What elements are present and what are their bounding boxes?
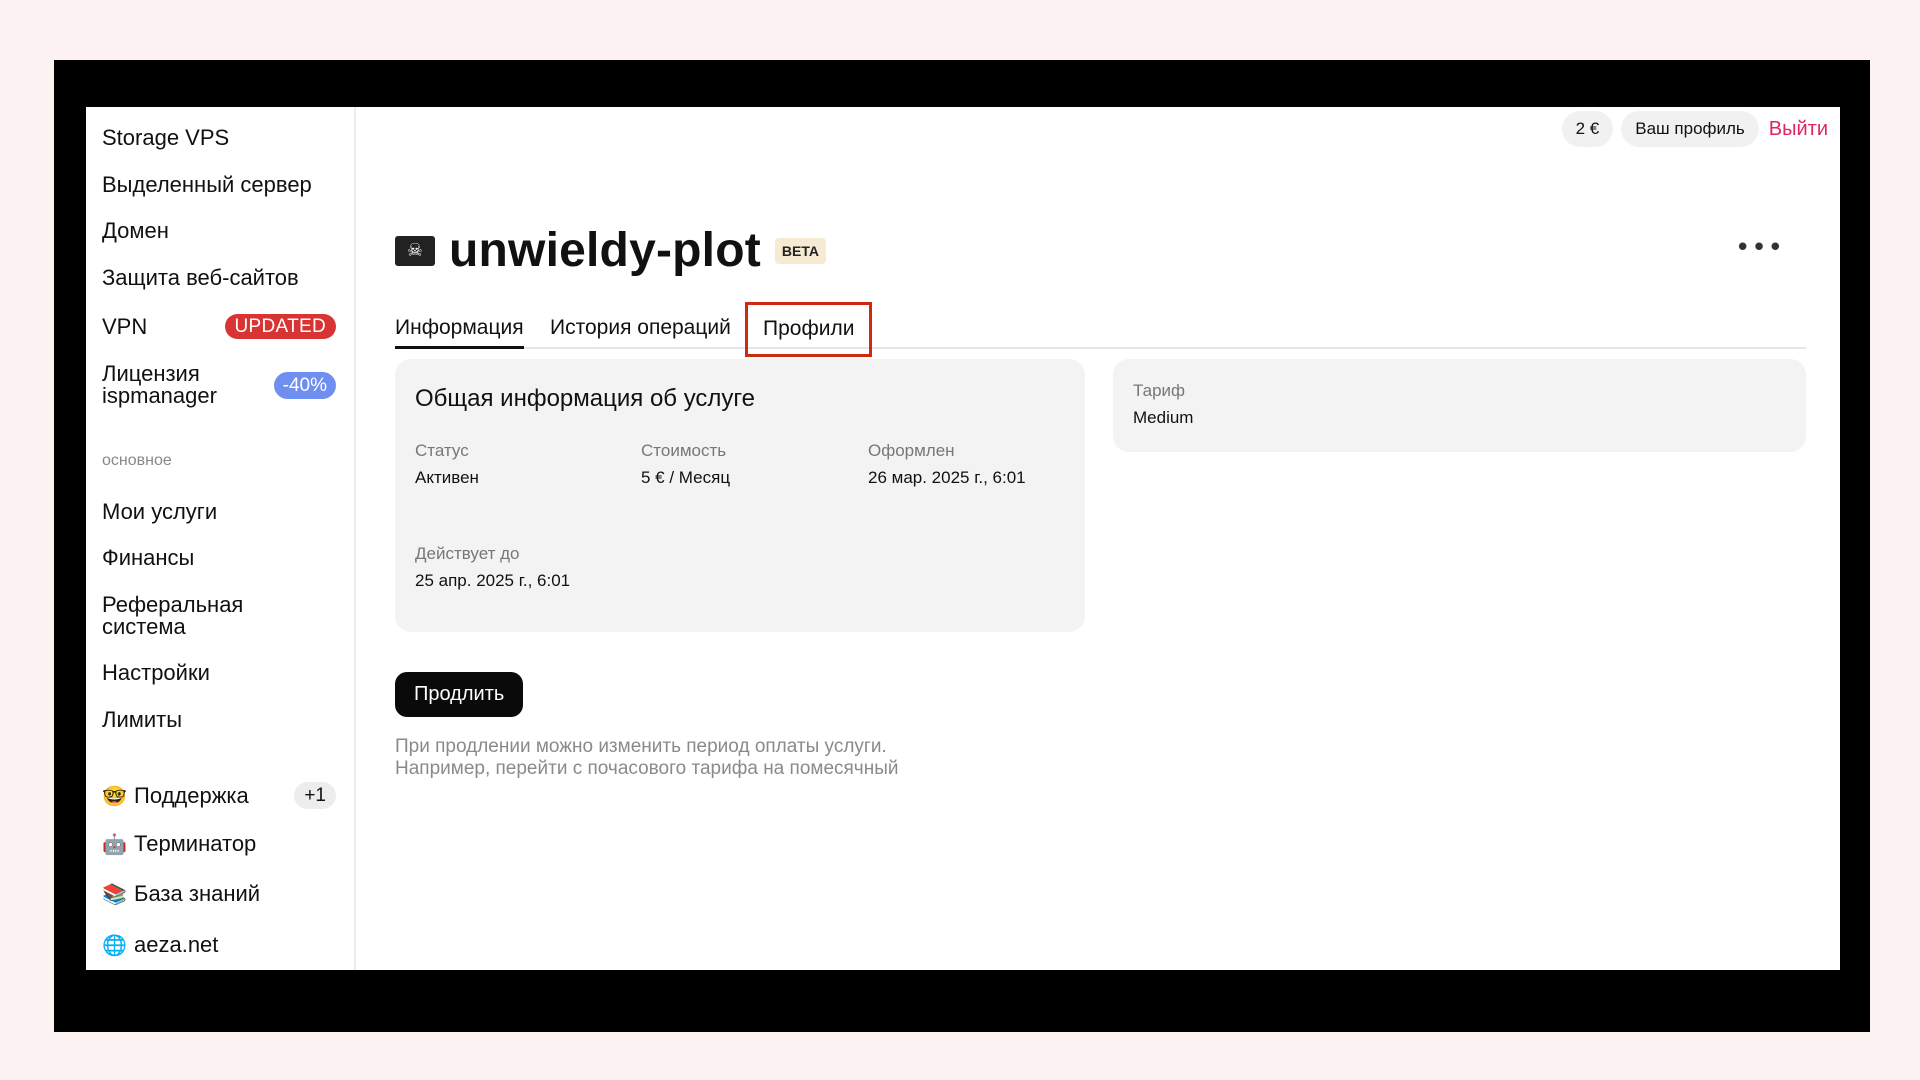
sidebar-item-label: Финансы [102, 545, 195, 570]
sidebar-item-label: Мои услуги [102, 499, 218, 524]
sidebar-item-label: База знаний [134, 881, 261, 906]
sidebar-item-my-services[interactable]: Мои услуги [102, 501, 336, 523]
status-label: Статус [415, 441, 469, 460]
sidebar-item-settings[interactable]: Настройки [102, 662, 336, 684]
top-bar: 2 € Ваш профиль Выйти [1561, 111, 1828, 147]
app-window: Storage VPS Выделенный сервер Домен Защи… [86, 107, 1840, 970]
more-options-icon[interactable]: ••• [1735, 233, 1784, 263]
cost-label: Стоимость [641, 441, 727, 460]
discount-badge: -40% [273, 371, 336, 399]
sidebar-item-label: Домен [102, 218, 169, 243]
card-title: Общая информация об услуге [415, 385, 756, 412]
tariff-card: Тариф Medium [1113, 359, 1806, 452]
tab-operation-history[interactable]: История операций [550, 307, 731, 349]
pirate-flag-icon: ☠ [395, 235, 435, 266]
created-value: 26 мар. 2025 г., 6:01 [868, 468, 1026, 487]
sidebar-item-knowledge-base[interactable]: 📚 База знаний [102, 881, 336, 906]
sidebar-item-label: Лицензия ispmanager [102, 361, 217, 408]
sidebar-item-label: Storage VPS [102, 125, 230, 150]
sidebar-item-website-protection[interactable]: Защита веб-сайтов [102, 267, 336, 289]
sidebar-item-label: Настройки [102, 660, 210, 685]
sidebar-item-support[interactable]: 🤓 Поддержка +1 [102, 782, 336, 809]
tab-profiles[interactable]: Профили [745, 302, 873, 357]
sidebar-item-label: Защита веб-сайтов [102, 265, 299, 290]
logout-link[interactable]: Выйти [1767, 118, 1828, 141]
status-value: Активен [415, 468, 479, 487]
created-label: Оформлен [868, 441, 955, 460]
sidebar-section-label: основное [102, 452, 172, 469]
sidebar-item-label: aeza.net [134, 932, 219, 957]
globe-emoji-icon: 🌐 [102, 933, 127, 957]
valid-until-label: Действует до [415, 544, 520, 563]
sidebar-item-label: Лимиты [102, 707, 183, 732]
beta-badge: BETA [774, 237, 826, 264]
page-title: unwieldy-plot [449, 224, 761, 277]
renew-button[interactable]: Продлить [395, 672, 524, 717]
sidebar-item-vpn[interactable]: VPN UPDATED [102, 314, 336, 339]
sidebar-item-dedicated-server[interactable]: Выделенный сервер [102, 174, 336, 196]
sidebar-item-limits[interactable]: Лимиты [102, 709, 336, 731]
sidebar-item-finance[interactable]: Финансы [102, 547, 336, 569]
sidebar-item-storage-vps[interactable]: Storage VPS [102, 127, 336, 149]
tariff-value: Medium [1133, 408, 1194, 427]
sidebar-item-label: Выделенный сервер [102, 172, 312, 197]
renew-note: При продлении можно изменить период опла… [395, 736, 898, 780]
sidebar-item-ispmanager-license[interactable]: Лицензия ispmanager -40% [102, 363, 336, 407]
valid-until-value: 25 апр. 2025 г., 6:01 [415, 571, 571, 590]
service-info-card: Общая информация об услуге Статус Активе… [395, 359, 1085, 632]
profile-button[interactable]: Ваш профиль [1621, 111, 1759, 147]
renew-note-line: При продлении можно изменить период опла… [395, 736, 887, 757]
service-title-row: ☠ unwieldy-plot BETA [395, 223, 826, 278]
robot-emoji-icon: 🤖 [102, 832, 127, 856]
balance-pill[interactable]: 2 € [1561, 111, 1614, 147]
tab-bar: Информация История операций Профили [395, 302, 1806, 357]
sidebar-item-label: Поддержка [134, 782, 249, 808]
sidebar-item-terminator[interactable]: 🤖 Терминатор [102, 831, 336, 856]
sidebar-item-domain[interactable]: Домен [102, 220, 336, 242]
sidebar-item-label: VPN [102, 313, 148, 339]
cost-value: 5 € / Месяц [641, 468, 731, 487]
sidebar-item-aeza-net[interactable]: 🌐 aeza.net [102, 932, 336, 957]
sidebar-item-referral[interactable]: Реферальная система [102, 594, 336, 638]
tab-information[interactable]: Информация [395, 307, 524, 349]
sidebar-item-label: Реферальная система [102, 592, 244, 639]
notification-count-badge: +1 [294, 782, 336, 809]
sidebar: Storage VPS Выделенный сервер Домен Защи… [86, 107, 356, 970]
books-emoji-icon: 📚 [102, 882, 127, 906]
renew-note-line: Например, перейти с почасового тарифа на… [395, 758, 899, 779]
sidebar-item-label: Терминатор [134, 831, 257, 856]
nerd-face-emoji-icon: 🤓 [102, 783, 127, 808]
updated-badge: UPDATED [224, 314, 336, 339]
tariff-label: Тариф [1133, 381, 1186, 400]
